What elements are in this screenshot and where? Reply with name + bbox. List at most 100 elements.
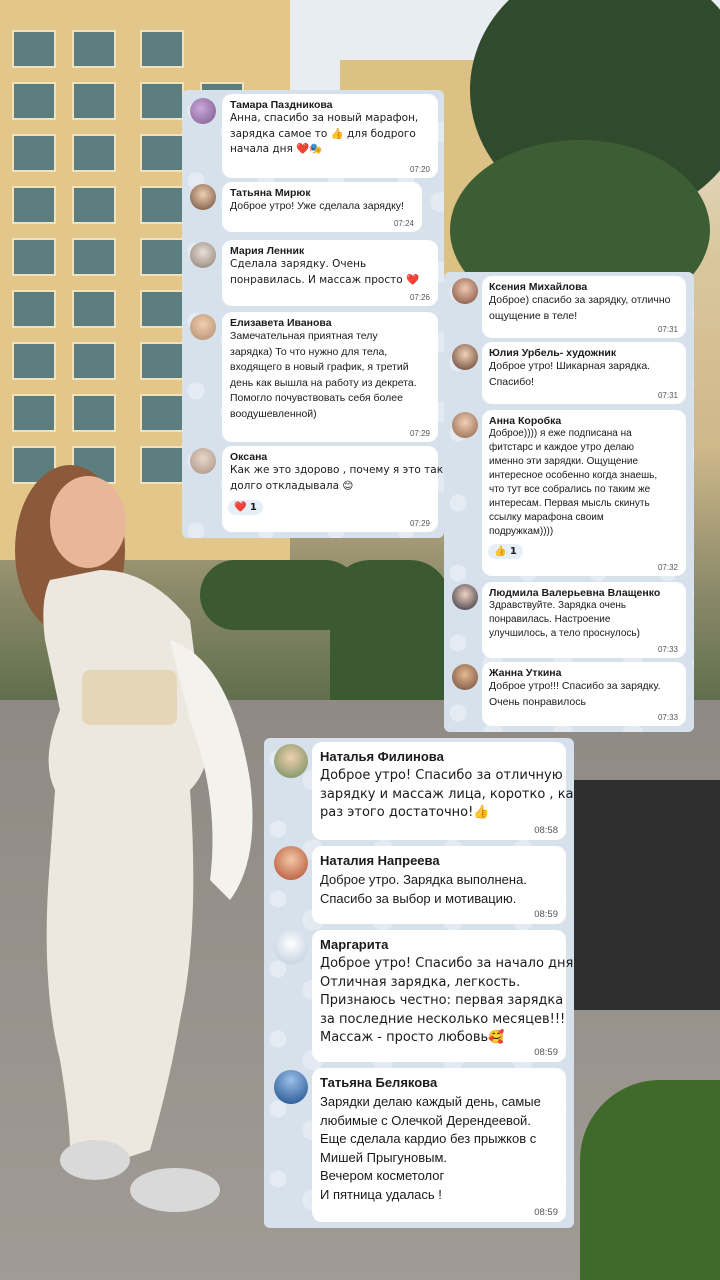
message-text: Доброе утро! Спасибо за отличную зарядку…: [320, 768, 574, 820]
message-time: 07:31: [657, 391, 678, 400]
building-window: [12, 238, 56, 276]
message-text: Как же это здорово , почему я это так до…: [230, 464, 444, 492]
message-bubble: Людмила Валерьевна Влащенко Здравствуйте…: [482, 582, 686, 658]
building-window: [12, 290, 56, 328]
message-time: 08:59: [534, 909, 558, 920]
building-window: [72, 30, 116, 68]
avatar: [190, 448, 216, 474]
message-bubble: Оксана Как же это здорово , почему я это…: [222, 446, 444, 532]
message-text: Замечательная приятная телу зарядка) То …: [230, 330, 417, 420]
building-window: [140, 134, 184, 172]
message-time: 07:29: [409, 429, 430, 438]
avatar: [452, 278, 478, 304]
building-window: [140, 186, 184, 224]
message-bubble: Татьяна Белякова Зарядки делаю каждый де…: [312, 1068, 566, 1222]
message-time: 07:24: [393, 219, 414, 228]
message-text: Доброе утро. Зарядка выполнена. Спасибо …: [320, 872, 527, 906]
message-bubble: Наталья Филинова Доброе утро! Спасибо за…: [312, 742, 574, 840]
chat-screenshot-2: Ксения Михайлова Доброе) спасибо за заря…: [444, 272, 694, 732]
message-bubble: Мария Ленник Сделала зарядку. Очень понр…: [222, 240, 438, 306]
avatar: [274, 744, 308, 778]
message-bubble: Татьяна Мирюк Доброе утро! Уже сделала з…: [222, 182, 422, 232]
building-window: [72, 290, 116, 328]
sender-name: Жанна Уткина: [489, 667, 562, 679]
sender-name: Оксана: [230, 451, 268, 463]
message-text: Доброе утро! Уже сделала зарядку!: [230, 200, 404, 212]
sender-name: Юлия Урбель- художник: [489, 347, 617, 359]
message-bubble: Наталия Напреева Доброе утро. Зарядка вы…: [312, 846, 566, 924]
sender-name: Тамара Паздникова: [230, 99, 333, 111]
sender-name: Елизавета Иванова: [230, 317, 332, 329]
chat-screenshot-3: Наталья Филинова Доброе утро! Спасибо за…: [264, 738, 574, 1228]
message-text: Доброе утро! Шикарная зарядка. Спасибо!: [489, 360, 651, 388]
sender-name: Наталия Напреева: [320, 853, 440, 868]
message-bubble: Жанна Уткина Доброе утро!!! Спасибо за з…: [482, 662, 686, 726]
message-text: Сделала зарядку. Очень понравилась. И ма…: [230, 258, 420, 286]
building-window: [140, 30, 184, 68]
building-window: [12, 186, 56, 224]
building-window: [140, 342, 184, 380]
avatar: [190, 98, 216, 124]
message-time: 07:33: [657, 645, 678, 654]
sender-name: Мария Ленник: [230, 245, 305, 257]
message-time: 07:20: [409, 165, 430, 174]
building-window: [12, 30, 56, 68]
grass-corner: [580, 1080, 720, 1280]
chat-screenshot-1: Тамара Паздникова Анна, спасибо за новый…: [182, 90, 444, 538]
building-window: [72, 186, 116, 224]
building-window: [140, 82, 184, 120]
building-window: [12, 394, 56, 432]
building-window: [72, 238, 116, 276]
message-bubble: Юлия Урбель- художник Доброе утро! Шикар…: [482, 342, 686, 404]
building-window: [72, 342, 116, 380]
building-window: [140, 394, 184, 432]
message-bubble: Анна Коробка Доброе)))) я еже подписана …: [482, 410, 686, 576]
avatar: [452, 664, 478, 690]
avatar: [190, 184, 216, 210]
avatar: [274, 930, 308, 964]
avatar: [190, 242, 216, 268]
avatar: [452, 412, 478, 438]
message-time: 08:58: [534, 825, 558, 836]
message-text: Доброе утро!!! Спасибо за зарядку. Очень…: [489, 680, 661, 708]
message-text: Анна, спасибо за новый марафон, зарядка …: [230, 112, 419, 155]
message-time: 07:32: [657, 563, 678, 572]
message-bubble: Маргарита Доброе утро! Спасибо за начало…: [312, 930, 574, 1062]
message-bubble: Ксения Михайлова Доброе) спасибо за заря…: [482, 276, 686, 338]
building-window: [72, 82, 116, 120]
message-time: 07:26: [409, 293, 430, 302]
planter-right: [560, 780, 720, 1010]
message-text: Доброе утро! Спасибо за начало дня! Отли…: [320, 956, 574, 1045]
reaction-badge[interactable]: ❤️ 1: [228, 500, 263, 515]
building-window: [72, 394, 116, 432]
message-text: Доброе) спасибо за зарядку, отлично ощущ…: [489, 294, 671, 322]
reaction-badge[interactable]: 👍 1: [488, 544, 523, 559]
building-window: [12, 134, 56, 172]
message-text: Зарядки делаю каждый день, самые любимые…: [320, 1094, 541, 1202]
message-bubble: Тамара Паздникова Анна, спасибо за новый…: [222, 94, 438, 178]
sender-name: Татьяна Мирюк: [230, 187, 311, 199]
avatar: [452, 584, 478, 610]
message-time: 08:59: [534, 1047, 558, 1058]
sender-name: Анна Коробка: [489, 415, 562, 427]
message-time: 08:59: [534, 1207, 558, 1218]
sender-name: Маргарита: [320, 937, 389, 952]
message-time: 07:33: [657, 713, 678, 722]
message-bubble: Елизавета Иванова Замечательная приятная…: [222, 312, 438, 442]
sender-name: Татьяна Белякова: [320, 1075, 438, 1090]
sender-name: Наталья Филинова: [320, 749, 444, 764]
building-window: [72, 134, 116, 172]
message-time: 07:31: [657, 325, 678, 334]
woman-figure: [15, 465, 253, 1212]
avatar: [452, 344, 478, 370]
building-window: [12, 82, 56, 120]
message-text: Здравствуйте. Зарядка очень понравилась.…: [489, 600, 640, 639]
building-window: [12, 342, 56, 380]
sender-name: Людмила Валерьевна Влащенко: [489, 587, 661, 599]
building-window: [140, 290, 184, 328]
building-window: [140, 238, 184, 276]
avatar: [190, 314, 216, 340]
avatar: [274, 1070, 308, 1104]
message-text: Доброе)))) я еже подписана на фитстарс и…: [489, 428, 658, 537]
avatar: [274, 846, 308, 880]
